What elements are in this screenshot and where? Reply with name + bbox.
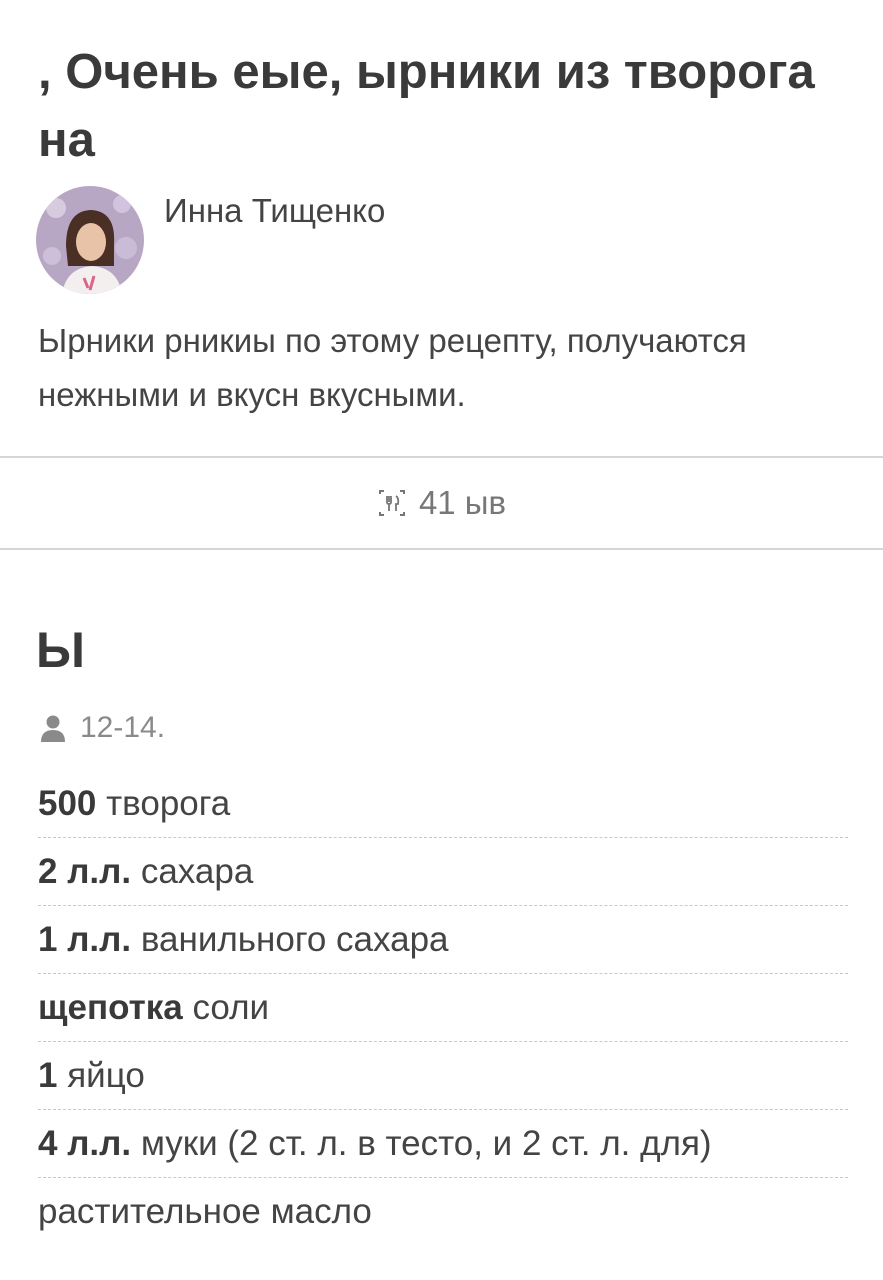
ingredient-item: 500 творога xyxy=(38,770,848,838)
ingredient-item: 4 л.л. муки (2 ст. л. в тесто, и 2 ст. л… xyxy=(38,1110,848,1178)
author-name[interactable]: Инна Тищенко xyxy=(164,192,385,230)
divider xyxy=(0,548,883,550)
ingredient-name: растительное масло xyxy=(38,1192,372,1231)
ingredient-quantity: 2 л.л. xyxy=(38,852,132,891)
utensils-icon xyxy=(377,488,407,518)
servings: 12-14. xyxy=(38,706,165,750)
author-block[interactable]: Инна Тищенко xyxy=(36,186,385,296)
ingredient-name: ванильного сахара xyxy=(140,920,449,959)
ingredient-name: яйцо xyxy=(67,1056,145,1095)
ingredient-item: 1 яйцо xyxy=(38,1042,848,1110)
recipe-title: , Очень еые, ырники из творога на xyxy=(38,45,815,167)
author-avatar[interactable] xyxy=(36,186,144,294)
ingredient-name: соли xyxy=(192,988,270,1027)
ingredient-item: 1 л.л. ванильного сахара xyxy=(38,906,848,974)
ingredient-item: растительное масло xyxy=(38,1178,848,1246)
ingredient-item: 2 л.л. сахара xyxy=(38,838,848,906)
servings-text: 12-14. xyxy=(80,711,166,744)
ingredient-quantity: 1 xyxy=(38,1056,58,1095)
cooked-count-text: 41 ыв xyxy=(418,484,507,521)
person-icon xyxy=(41,715,65,742)
ingredient-item: щепотка соли xyxy=(38,974,848,1042)
ingredients-heading: Ы xyxy=(36,622,85,678)
ingredients-list: 500 творога 2 л.л. сахара 1 л.л. ванильн… xyxy=(38,770,848,1246)
cooked-count: 41 ыв xyxy=(0,458,883,548)
ingredient-name: муки (2 ст. л. в тесто, и 2 ст. л. для) xyxy=(140,1124,712,1163)
ingredient-name: творога xyxy=(106,784,231,823)
ingredient-quantity: 500 xyxy=(38,784,97,823)
ingredient-quantity: 1 л.л. xyxy=(38,920,132,959)
ingredient-quantity: щепотка xyxy=(38,988,183,1027)
ingredient-name: сахара xyxy=(140,852,254,891)
ingredient-quantity: 4 л.л. xyxy=(38,1124,132,1163)
recipe-description: Ырники рникиы по этому рецепту, получают… xyxy=(38,322,747,413)
